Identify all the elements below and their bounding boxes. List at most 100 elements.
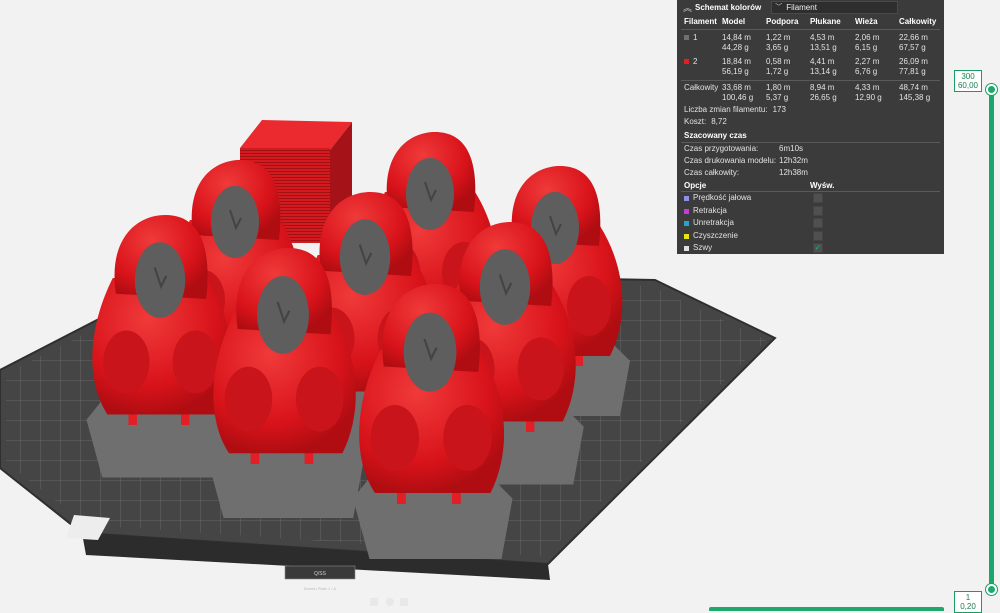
cell: 22,66 m: [899, 33, 928, 42]
slider-top-layer: 300: [961, 72, 975, 81]
options-list: Prędkość jałowa Retrakcja Unretrakcja Cz…: [677, 192, 944, 255]
cell: 14,84 m: [722, 33, 751, 42]
plate-lock-icon[interactable]: [370, 598, 378, 606]
cost-value: 8,72: [711, 117, 727, 126]
layer-slider-track[interactable]: [989, 88, 994, 590]
option-row: Unretrakcja: [677, 217, 944, 230]
model-time-value: 12h32m: [779, 156, 808, 165]
plate-name-label: Bambu Plate 1 / A: [304, 586, 336, 591]
display-title: Wyśw.: [810, 181, 835, 190]
cell: 1,22 m: [766, 33, 791, 42]
estimated-time-title: Szacowany czas: [684, 131, 747, 140]
option-swatch: [684, 196, 689, 201]
prep-time-value: 6m10s: [779, 144, 804, 153]
layer-slider-bottom-thumb[interactable]: [986, 584, 997, 595]
total-time-label: Czas całkowity:: [684, 168, 740, 177]
cost-label: Koszt:: [684, 117, 707, 126]
cell: 48,74 m: [899, 83, 928, 92]
slider-bottom-height: 0,20: [960, 602, 976, 611]
cell: 26,09 m: [899, 57, 928, 66]
option-label: Retrakcja: [693, 205, 727, 215]
option-swatch: [684, 208, 689, 214]
total-label: Całkowity: [684, 83, 719, 92]
color-scheme-value: Filament: [786, 2, 817, 12]
cell: 1,72 g: [766, 67, 789, 76]
filament-changes: Liczba zmian filamentu: 173: [677, 104, 944, 116]
header-total: Całkowity: [899, 17, 937, 26]
filament-changes-value: 173: [772, 105, 786, 114]
filament-changes-label: Liczba zmian filamentu:: [684, 105, 768, 114]
options-title: Opcje: [684, 181, 707, 190]
cell: 4,53 m: [810, 33, 835, 42]
total-row: Całkowity 33,68 m 1,80 m 8,94 m 4,33 m 4…: [677, 83, 944, 103]
panel-header: ︽ Schemat kolorów ﹀ Filament: [677, 0, 944, 15]
cell: 6,76 g: [855, 67, 878, 76]
total-time-row: Czas całkowity: 12h38m: [677, 167, 944, 179]
cell: 3,65 g: [766, 43, 789, 52]
header-filament: Filament: [684, 17, 717, 26]
option-label: Unretrakcja: [693, 218, 734, 227]
option-swatch: [684, 221, 689, 226]
cell: 4,33 m: [855, 83, 880, 92]
cell: 18,84 m: [722, 57, 751, 66]
plate-settings-icon[interactable]: [386, 598, 394, 606]
slider-top-label: 300 60,00: [954, 70, 982, 92]
filament-id: 1: [693, 33, 698, 42]
cell: 44,28 g: [722, 43, 749, 52]
cell: 12,90 g: [855, 93, 882, 102]
table-header: Filament Model Podpora Płukane Wieża Cał…: [677, 17, 944, 27]
option-label: Prędkość jałowa: [693, 193, 752, 202]
cell: 4,41 m: [810, 57, 835, 66]
option-label: Czyszczenie: [693, 230, 738, 240]
option-swatch: [684, 246, 689, 251]
filament-color-swatch: [684, 35, 689, 40]
model-time-row: Czas drukowania modelu: 12h32m: [677, 155, 944, 167]
slider-bottom-layer: 1: [965, 593, 971, 602]
cell: 100,46 g: [722, 93, 754, 102]
model-time-label: Czas drukowania modelu:: [684, 156, 777, 165]
filament-id: 2: [693, 57, 698, 66]
cell: 6,15 g: [855, 43, 878, 52]
slider-bottom-label: 1 0,20: [954, 591, 982, 613]
table-row: 1 14,84 m 1,22 m 4,53 m 2,06 m 22,66 m 4…: [677, 33, 944, 53]
cell: 2,27 m: [855, 57, 880, 66]
option-row: Prędkość jałowa: [677, 192, 944, 205]
option-checkbox[interactable]: [813, 193, 823, 203]
cell: 56,19 g: [722, 67, 749, 76]
cell: 145,38 g: [899, 93, 931, 102]
header-support: Podpora: [766, 17, 799, 26]
cell: 8,94 m: [810, 83, 835, 92]
cell: 2,06 m: [855, 33, 880, 42]
cost: Koszt: 8,72: [677, 116, 944, 128]
header-model: Model: [722, 17, 746, 26]
layer-slider-top-thumb[interactable]: [986, 84, 997, 95]
cell: 77,81 g: [899, 67, 926, 76]
option-row: Czyszczenie: [677, 230, 944, 243]
plate-arrange-icon[interactable]: [400, 598, 408, 606]
cell: 67,57 g: [899, 43, 926, 52]
horizontal-slider-bar[interactable]: [709, 607, 944, 611]
option-checkbox-checked[interactable]: ✓: [813, 243, 823, 253]
cell: 1,80 m: [766, 83, 791, 92]
cell: 13,14 g: [810, 67, 837, 76]
cell: 5,37 g: [766, 93, 789, 102]
cell: 0,58 m: [766, 57, 791, 66]
option-label: Szwy: [693, 243, 713, 252]
header-flushed: Płukane: [810, 17, 841, 26]
plate-label: Q/SS: [314, 571, 327, 577]
option-swatch: [684, 233, 689, 239]
collapse-up-icon[interactable]: ︽: [683, 3, 695, 13]
table-row: 2 18,84 m 0,58 m 4,41 m 2,27 m 26,09 m 5…: [677, 57, 944, 77]
option-checkbox[interactable]: [813, 218, 823, 228]
options-header: Opcje Wyśw.: [677, 180, 944, 191]
option-checkbox[interactable]: [813, 230, 823, 241]
color-scheme-select[interactable]: ﹀ Filament: [771, 1, 899, 14]
statistics-panel: ︽ Schemat kolorów ﹀ Filament Filament Mo…: [677, 0, 944, 254]
option-checkbox[interactable]: [813, 205, 823, 216]
filament-color-swatch: [684, 59, 689, 64]
panel-title: Schemat kolorów: [695, 2, 762, 12]
total-time-value: 12h38m: [779, 168, 808, 177]
option-row: Szwy ✓: [677, 242, 944, 255]
prep-time-row: Czas przygotowania: 6m10s: [677, 143, 944, 155]
chevron-down-icon: ﹀: [775, 3, 783, 11]
